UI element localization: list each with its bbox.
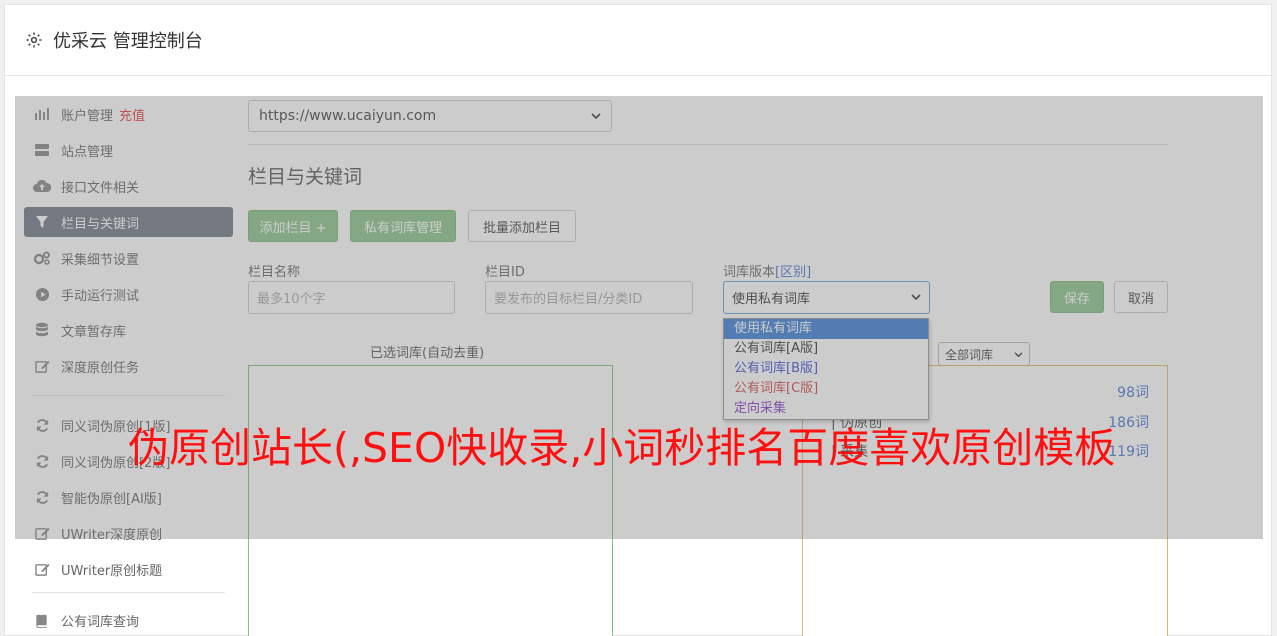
lib-version-label: 词库版本[区别] xyxy=(723,261,811,280)
gear-icon xyxy=(25,31,43,49)
gears-icon xyxy=(33,249,51,267)
sidebar-item-article-storage[interactable]: 文章暂存库 xyxy=(24,315,233,345)
bar-chart-icon xyxy=(33,105,51,123)
sidebar-item-collect-settings[interactable]: 采集细节设置 xyxy=(24,243,233,273)
sidebar-item-label: 采集细节设置 xyxy=(61,252,140,268)
play-icon xyxy=(33,285,51,303)
sidebar-item-uwriter-title[interactable]: UWriter原创标题 xyxy=(24,554,233,584)
column-name-label: 栏目名称 xyxy=(248,265,301,280)
sidebar-item-ai-original[interactable]: 智能伪原创[AI版] xyxy=(24,482,233,512)
chevron-down-icon xyxy=(1014,347,1023,361)
sidebar-item-site[interactable]: 站点管理 xyxy=(24,135,233,165)
lib-version-dropdown: 使用私有词库 公有词库[A版] 公有词库[B版] 公有词库[C版] 定向采集 xyxy=(723,318,929,420)
site-select-value: https://www.ucaiyun.com xyxy=(259,108,437,124)
database-icon xyxy=(33,321,51,339)
sidebar: 账户管理 充值 站点管理 接口文件相关 栏目与关键词 采集细节设置 手动运行测试… xyxy=(24,99,233,636)
cancel-button[interactable]: 取消 xyxy=(1114,281,1168,313)
dropdown-option-public-b[interactable]: 公有词库[B版] xyxy=(724,359,928,379)
refresh-icon xyxy=(33,452,51,470)
selected-lib-panel[interactable] xyxy=(248,365,613,636)
site-select[interactable]: https://www.ucaiyun.com xyxy=(248,100,612,132)
refresh-icon xyxy=(33,416,51,434)
sidebar-divider xyxy=(32,395,225,396)
lib-filter-select[interactable]: 全部词库 xyxy=(938,342,1030,366)
sidebar-item-public-lib-query[interactable]: 公有词库查询 xyxy=(24,605,233,635)
book-icon xyxy=(33,611,51,629)
selected-lib-title: 已选词库(自动去重) xyxy=(370,346,485,361)
edit-icon xyxy=(33,524,51,542)
sidebar-item-label: 公有词库查询 xyxy=(61,614,140,630)
refresh-icon xyxy=(33,488,51,506)
sidebar-item-account[interactable]: 账户管理 充值 xyxy=(24,99,233,129)
sidebar-item-label: 栏目与关键词 xyxy=(61,216,140,232)
sidebar-item-label: 手动运行测试 xyxy=(61,288,140,304)
sidebar-item-label: 站点管理 xyxy=(61,144,114,160)
dropdown-option-public-a[interactable]: 公有词库[A版] xyxy=(724,339,928,359)
sidebar-item-label: 文章暂存库 xyxy=(61,324,127,340)
sidebar-item-manual-run[interactable]: 手动运行测试 xyxy=(24,279,233,309)
lib-count: 98词 xyxy=(1117,385,1149,401)
sidebar-item-uwriter-deep[interactable]: UWriter深度原创 xyxy=(24,518,233,548)
sidebar-item-label: 智能伪原创[AI版] xyxy=(61,491,162,507)
lib-version-select[interactable]: 使用私有词库 xyxy=(723,281,930,314)
dropdown-option-public-c[interactable]: 公有词库[C版] xyxy=(724,379,928,399)
difference-link[interactable]: [区别] xyxy=(775,265,811,280)
server-icon xyxy=(33,141,51,159)
sidebar-divider xyxy=(32,592,225,593)
sidebar-item-interface-files[interactable]: 接口文件相关 xyxy=(24,171,233,201)
watermark-text: 伪原创站长(,SEO快收录,小词秒排名百度喜欢原创模板 xyxy=(128,424,1116,472)
filter-icon xyxy=(33,213,51,231)
lib-version-value: 使用私有词库 xyxy=(732,292,811,307)
sidebar-item-label: 接口文件相关 xyxy=(61,180,140,196)
dropdown-option-private[interactable]: 使用私有词库 xyxy=(724,319,928,339)
column-id-label: 栏目ID xyxy=(485,265,525,280)
add-column-button[interactable]: 添加栏目 + xyxy=(248,210,338,242)
sidebar-item-columns-keywords[interactable]: 栏目与关键词 xyxy=(24,207,233,237)
recharge-link[interactable]: 充值 xyxy=(119,105,145,124)
sidebar-item-deep-original[interactable]: 深度原创任务 xyxy=(24,351,233,381)
section-title: 栏目与关键词 xyxy=(248,166,363,188)
private-lib-button[interactable]: 私有词库管理 xyxy=(350,210,456,242)
lib-version-label-text: 词库版本 xyxy=(723,265,776,280)
chevron-down-icon xyxy=(911,290,921,305)
lib-filter-value: 全部词库 xyxy=(945,347,994,362)
header: 优采云 管理控制台 xyxy=(5,5,1271,76)
edit-icon xyxy=(33,357,51,375)
column-name-input[interactable]: 最多10个字 xyxy=(248,281,455,314)
chevron-down-icon xyxy=(591,108,601,124)
cloud-upload-icon xyxy=(33,177,51,195)
sidebar-item-label: UWriter深度原创 xyxy=(61,527,163,543)
edit-icon xyxy=(33,560,51,578)
sidebar-item-label: UWriter原创标题 xyxy=(61,563,163,579)
page-title: 优采云 管理控制台 xyxy=(53,31,203,52)
column-id-input[interactable]: 要发布的目标栏目/分类ID xyxy=(485,281,693,314)
divider xyxy=(248,144,1168,145)
batch-add-button[interactable]: 批量添加栏目 xyxy=(468,210,576,242)
sidebar-item-label: 账户管理 xyxy=(61,108,114,124)
sidebar-item-label: 深度原创任务 xyxy=(61,360,140,376)
save-button[interactable]: 保存 xyxy=(1050,281,1104,313)
